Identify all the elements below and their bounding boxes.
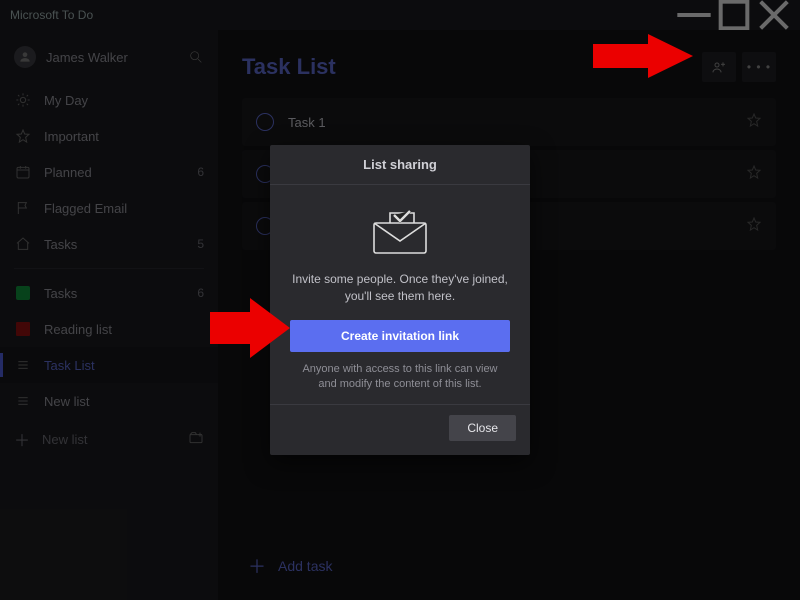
app-window: Microsoft To Do James Walker: [0, 0, 800, 600]
dialog-body-text: Invite some people. Once they've joined,…: [290, 271, 510, 306]
dialog-footer: Close: [270, 404, 530, 455]
create-invitation-link-button[interactable]: Create invitation link: [290, 320, 510, 352]
share-illustration-icon: [290, 201, 510, 271]
list-sharing-dialog: List sharing Invite some people. Once th…: [270, 145, 530, 456]
dialog-body: Invite some people. Once they've joined,…: [270, 185, 530, 405]
dialog-sub-text: Anyone with access to this link can view…: [290, 362, 510, 393]
close-button[interactable]: Close: [449, 415, 516, 441]
dialog-title: List sharing: [270, 145, 530, 185]
modal-overlay[interactable]: List sharing Invite some people. Once th…: [0, 0, 800, 600]
